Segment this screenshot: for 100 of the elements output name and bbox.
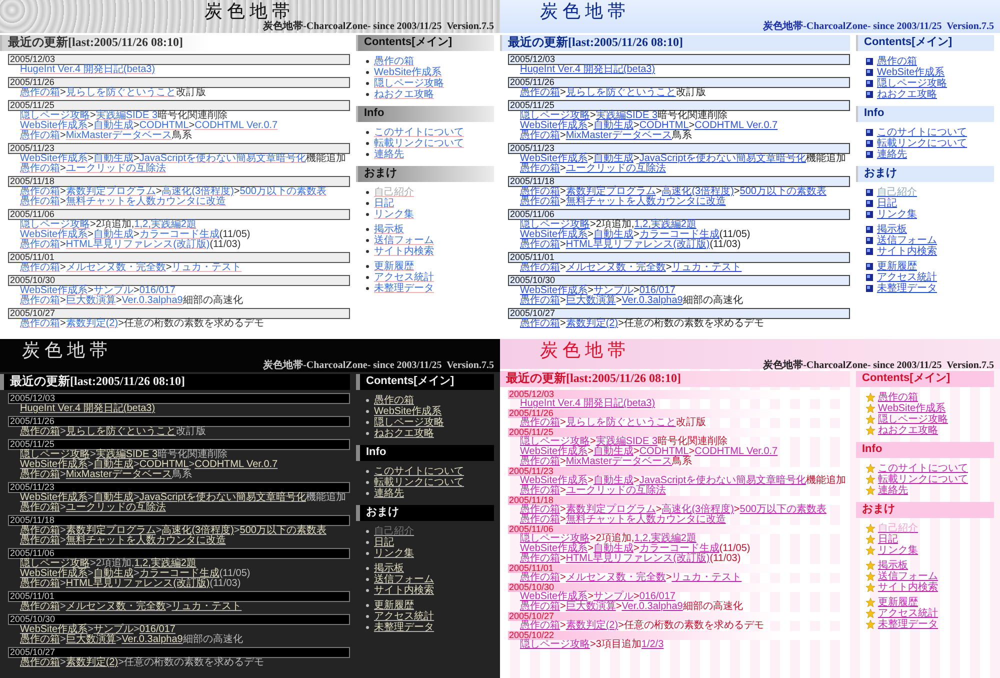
update-link[interactable]: 巨大数演算 xyxy=(566,295,616,306)
sidebar-link[interactable]: 隠しページ攻略 xyxy=(374,417,444,428)
update-link[interactable]: 高速化(3倍程度) xyxy=(162,186,234,197)
sidebar-link[interactable]: 送信フォーム xyxy=(374,574,434,585)
update-link[interactable]: 500万以下の素数表 xyxy=(740,504,826,515)
update-link[interactable]: ユークリッドの互除法 xyxy=(66,502,166,513)
update-link[interactable]: MixMasterデータベース xyxy=(66,130,172,141)
update-link[interactable]: リュカ・テスト xyxy=(672,572,742,583)
update-link[interactable]: WebSite作成系 xyxy=(20,229,88,240)
update-link[interactable]: 500万以下の素数表 xyxy=(740,186,826,197)
sidebar-link[interactable]: 未整理データ xyxy=(374,622,434,633)
sidebar-link[interactable]: 連絡先 xyxy=(374,149,404,160)
update-link[interactable]: 愚作の箱 xyxy=(20,502,60,513)
sidebar-link[interactable]: リンク集 xyxy=(374,548,414,559)
update-link[interactable]: 無料チャットを人数カウンタに改造 xyxy=(66,535,226,546)
sidebar-link[interactable]: ねおクエ攻略 xyxy=(374,89,434,100)
update-link[interactable]: 高速化(3倍程度) xyxy=(662,186,734,197)
update-link[interactable]: WebSite作成系 xyxy=(520,475,588,486)
update-link[interactable]: 愚作の箱 xyxy=(20,87,60,98)
sidebar-link[interactable]: WebSite作成系 xyxy=(374,406,442,417)
update-link[interactable]: 自動生成 xyxy=(593,229,634,240)
update-link[interactable]: HugeInt Ver.4 開発日記(beta3) xyxy=(20,403,156,414)
update-link[interactable]: 素数判定プログラム xyxy=(566,504,656,515)
sidebar-link[interactable]: 更新履歴 xyxy=(878,597,918,608)
update-link[interactable]: 自動生成 xyxy=(593,543,634,554)
update-link[interactable]: HugeInt Ver.4 開発日記(beta3) xyxy=(520,64,656,75)
sidebar-link[interactable]: 連絡先 xyxy=(374,488,404,499)
update-link[interactable]: HugeInt Ver.4 開発日記(beta3) xyxy=(520,398,656,409)
update-link[interactable]: CODHTML xyxy=(639,446,689,457)
update-link[interactable]: 愚作の箱 xyxy=(20,601,60,612)
update-link[interactable]: 愚作の箱 xyxy=(20,525,60,536)
update-link[interactable]: 愚作の箱 xyxy=(20,262,60,273)
update-link[interactable]: WebSite作成系 xyxy=(520,543,588,554)
update-link[interactable]: 素数判定(2) xyxy=(566,318,618,329)
update-link[interactable]: 愚作の箱 xyxy=(20,578,60,589)
update-link[interactable]: メルセンヌ数・完全数 xyxy=(66,262,166,273)
update-link[interactable]: サンプル xyxy=(93,624,134,635)
update-link[interactable]: 無料チャットを人数カウンタに改造 xyxy=(66,196,226,207)
update-link[interactable]: WebSite作成系 xyxy=(520,591,588,602)
sidebar-link[interactable]: 日記 xyxy=(374,198,394,209)
update-link[interactable]: 愚作の箱 xyxy=(20,163,60,174)
update-link[interactable]: 自動生成 xyxy=(593,153,634,164)
update-link[interactable]: カラーコード生成 xyxy=(639,543,720,554)
update-link[interactable]: 自動生成 xyxy=(593,120,634,131)
update-link[interactable]: 016/017 xyxy=(639,591,676,602)
update-link[interactable]: WebSite作成系 xyxy=(20,568,88,579)
update-link[interactable]: WebSite作成系 xyxy=(520,446,588,457)
update-link[interactable]: カラーコード生成 xyxy=(639,229,720,240)
sidebar-link[interactable]: 転載リンクについて xyxy=(374,138,464,149)
update-link[interactable]: 隠しページ攻略 xyxy=(20,219,90,230)
update-link[interactable]: HTML早見リファレンス(改訂版) xyxy=(66,578,210,589)
update-link[interactable]: WebSite作成系 xyxy=(20,153,88,164)
update-link[interactable]: WebSite作成系 xyxy=(20,492,88,503)
update-link[interactable]: 隠しページ攻略 xyxy=(20,558,90,569)
update-link[interactable]: ユークリッドの互除法 xyxy=(566,485,666,496)
update-link[interactable]: 愚作の箱 xyxy=(20,535,60,546)
sidebar-link[interactable]: 転載リンクについて xyxy=(374,477,464,488)
sidebar-link[interactable]: 更新履歴 xyxy=(877,261,917,272)
sidebar-link[interactable]: 更新履歴 xyxy=(374,600,414,611)
update-link[interactable]: サンプル xyxy=(593,285,634,296)
update-link[interactable]: MixMasterデータベース xyxy=(566,130,672,141)
update-link[interactable]: HTML早見リファレンス(改訂版) xyxy=(66,239,210,250)
update-link[interactable]: 自動生成 xyxy=(93,568,134,579)
sidebar-link[interactable]: 掲示板 xyxy=(374,224,404,235)
sidebar-link[interactable]: このサイトについて xyxy=(877,127,967,138)
sidebar-link[interactable]: アクセス統計 xyxy=(878,608,938,619)
update-link[interactable]: CODHTML xyxy=(139,120,189,131)
update-link[interactable]: 素数判定(2) xyxy=(66,657,118,668)
update-link[interactable]: ユークリッドの互除法 xyxy=(566,163,666,174)
sidebar-link[interactable]: 愚作の箱 xyxy=(374,56,414,67)
update-link[interactable]: CODHTML xyxy=(639,120,689,131)
update-link[interactable]: 素数判定(2) xyxy=(566,620,618,631)
update-link[interactable]: 1,2,実践編2題 xyxy=(134,558,196,569)
update-link[interactable]: 1/2/3 xyxy=(641,639,664,650)
update-link[interactable]: メルセンヌ数・完全数 xyxy=(66,601,166,612)
update-link[interactable]: 巨大数演算 xyxy=(66,295,116,306)
update-link[interactable]: 愚作の箱 xyxy=(20,657,60,668)
update-link[interactable]: 016/017 xyxy=(139,285,176,296)
update-link[interactable]: カラーコード生成 xyxy=(139,229,220,240)
update-link[interactable]: リュカ・テスト xyxy=(672,262,742,273)
sidebar-link[interactable]: このサイトについて xyxy=(374,466,464,477)
update-link[interactable]: 1,2,実践編2題 xyxy=(634,219,696,230)
update-link[interactable]: メルセンヌ数・完全数 xyxy=(566,262,666,273)
update-link[interactable]: 隠しページ攻略 xyxy=(20,449,90,460)
update-link[interactable]: 愚作の箱 xyxy=(20,239,60,250)
sidebar-link[interactable]: 日記 xyxy=(374,537,394,548)
update-link[interactable]: Ver.0.3alpha9 xyxy=(622,295,683,306)
sidebar-link[interactable]: 送信フォーム xyxy=(374,235,434,246)
sidebar-link[interactable]: アクセス統計 xyxy=(877,272,937,283)
sidebar-link[interactable]: 転載リンクについて xyxy=(877,138,967,149)
update-link[interactable]: CODHTML Ver.0.7 xyxy=(194,120,278,131)
update-link[interactable]: WebSite作成系 xyxy=(520,120,588,131)
update-link[interactable]: 自動生成 xyxy=(93,153,134,164)
sidebar-link[interactable]: ねおクエ攻略 xyxy=(374,428,434,439)
sidebar-link[interactable]: リンク集 xyxy=(878,545,918,556)
update-link[interactable]: WebSite作成系 xyxy=(20,624,88,635)
sidebar-link[interactable]: 送信フォーム xyxy=(877,235,937,246)
update-link[interactable]: JavaScriptを使わない簡易文章暗号化 xyxy=(139,153,306,164)
update-link[interactable]: CODHTML xyxy=(139,459,189,470)
update-link[interactable]: 高速化(3倍程度) xyxy=(162,525,234,536)
